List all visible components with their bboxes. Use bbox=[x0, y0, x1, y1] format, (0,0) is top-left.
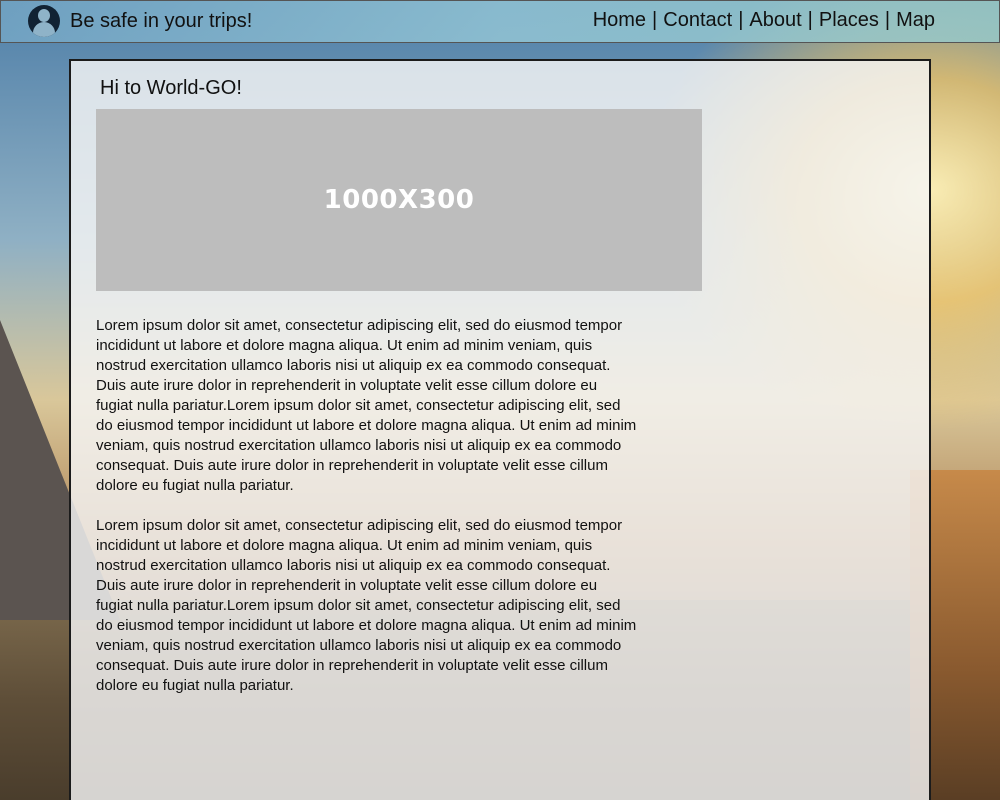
nav-separator: | bbox=[807, 9, 813, 31]
nav-link-places[interactable]: Places bbox=[819, 9, 879, 32]
nav-separator: | bbox=[884, 9, 891, 31]
nav-separator: | bbox=[652, 9, 658, 31]
site-tagline: Be safe in your trips! bbox=[70, 10, 253, 32]
logo-head-shape bbox=[38, 9, 50, 22]
placeholder-size-label: 1000X300 bbox=[323, 185, 475, 215]
nav-separator: | bbox=[738, 9, 744, 31]
nav-link-contact[interactable]: Contact bbox=[663, 9, 732, 32]
hero-image-placeholder: 1000X300 bbox=[96, 109, 702, 291]
nav-link-about[interactable]: About bbox=[749, 9, 801, 32]
hiker-logo-icon[interactable] bbox=[28, 5, 60, 37]
content-panel: Hi to World-GO! 1000X300 Lorem ipsum dol… bbox=[69, 59, 931, 800]
main-nav: Home | Contact | About | Places | Map bbox=[593, 9, 935, 32]
page-greeting: Hi to World-GO! bbox=[100, 77, 242, 99]
body-paragraph-2: Lorem ipsum dolor sit amet, consectetur … bbox=[96, 517, 637, 694]
body-paragraph-1: Lorem ipsum dolor sit amet, consectetur … bbox=[96, 317, 637, 494]
nav-link-map[interactable]: Map bbox=[896, 9, 935, 32]
nav-link-home[interactable]: Home bbox=[593, 9, 646, 32]
logo-body-shape bbox=[33, 22, 55, 37]
top-navbar: Be safe in your trips! Home | Contact | … bbox=[0, 0, 1000, 43]
